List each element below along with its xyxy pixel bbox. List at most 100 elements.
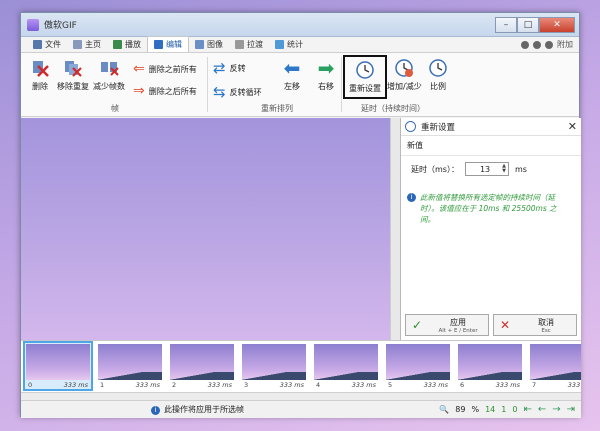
delay-label: 延时（ms）： [411, 164, 459, 174]
clock-icon [354, 59, 376, 81]
group-separator [341, 57, 342, 112]
group-label-reorder: 重新排列 [261, 104, 293, 113]
check-icon: ✓ [412, 318, 423, 332]
ribbon: 删除 移除重复 减少帧数 ⇐ 删除之前所有 ⇒ 删除之后所有 帧 ⇄ 反转 ⇆ … [21, 53, 579, 117]
extras-button[interactable]: 附加 [557, 39, 573, 50]
delay-row: 延时（ms）： 13 ▲ ▼ ms [401, 156, 581, 182]
frame-thumbnail [170, 344, 234, 380]
previous-frame-icon[interactable]: ← [538, 404, 546, 415]
clock-icon [405, 121, 416, 132]
tab-statistics[interactable]: 统计 [269, 37, 309, 52]
tab-playback[interactable]: 播放 [107, 37, 147, 52]
maximize-button[interactable]: □ [517, 16, 539, 33]
canvas-preview[interactable] [21, 118, 390, 340]
frame-item[interactable]: 4 333 ms [313, 343, 379, 389]
tab-file[interactable]: 文件 [27, 37, 67, 52]
frame-thumbnail [98, 344, 162, 380]
tab-transitions[interactable]: 拉渡 [229, 37, 269, 52]
frame-item[interactable]: 2 333 ms [169, 343, 235, 389]
clock-scale-icon [427, 57, 449, 79]
move-left-button[interactable]: ⬅ 左移 [281, 56, 303, 92]
close-icon[interactable]: ✕ [568, 120, 577, 133]
status-bar: i 此操作将应用于所选帧 🔍 89 % 14 1 0 ⇤ ← → ⇥ [21, 400, 581, 418]
info-message: i 此新值将替换所有选定帧的持续时间（延时）。该值应在于 10ms 和 2550… [401, 182, 581, 225]
vertical-scrollbar[interactable] [390, 118, 400, 340]
zoom-unit: % [471, 405, 480, 414]
delay-stepper[interactable]: 13 ▲ ▼ [464, 162, 509, 176]
ribbon-tabs: 文件 主页 播放 编辑 图像 拉渡 统计 附加 [21, 36, 579, 53]
transition-icon [235, 40, 244, 49]
first-frame-icon[interactable]: ⇤ [523, 404, 531, 415]
frame-thumbnail [242, 344, 306, 380]
frame-item[interactable]: 6 333 ms [457, 343, 523, 389]
total-frames: 14 [485, 405, 496, 414]
apply-button[interactable]: ✓ 应用 Alt + E / Enter [405, 314, 489, 336]
chat-icon[interactable] [533, 40, 541, 49]
app-window: 傲软GIF – □ ✕ 文件 主页 播放 编辑 图像 拉渡 统计 附加 删除 移… [20, 12, 581, 418]
horizontal-scrollbar[interactable] [21, 392, 581, 400]
arrow-right-red-icon: ⇒ [133, 83, 145, 99]
delete-after-button[interactable]: ⇒ 删除之后所有 [133, 83, 197, 99]
frame-item[interactable]: 3 333 ms [241, 343, 307, 389]
pencil-icon [154, 40, 163, 49]
new-value-section: 新值 [401, 136, 581, 156]
clock-plus-icon [393, 57, 415, 79]
tabs-right-area: 附加 [521, 39, 573, 50]
frame-item[interactable]: 7333 ms [529, 343, 581, 389]
image-icon [195, 40, 204, 49]
yoyo-button[interactable]: ⇆ 反转循环 [213, 83, 262, 101]
frame-item[interactable]: 1 333 ms [97, 343, 163, 389]
delete-icon [29, 57, 51, 79]
info-text: 此新值将替换所有选定帧的持续时间（延时）。该值应在于 10ms 和 25500m… [420, 193, 557, 224]
spinner-arrows-icon[interactable]: ▲ ▼ [502, 164, 506, 174]
frame-item[interactable]: 5 333 ms [385, 343, 451, 389]
minimize-button[interactable]: – [495, 16, 517, 33]
frame-thumbnail [530, 344, 581, 380]
info-icon: i [407, 193, 416, 202]
user-icon[interactable] [521, 40, 529, 49]
save-icon [33, 40, 42, 49]
window-controls: – □ ✕ [495, 16, 575, 33]
frame-strip: 0 333 ms 1 333 ms 2 333 ms 3 333 ms 4 333 ms … [21, 340, 581, 392]
selected-frames: 1 [501, 405, 507, 414]
tab-image[interactable]: 图像 [189, 37, 229, 52]
frame-thumbnail [26, 344, 90, 380]
next-frame-icon[interactable]: → [552, 404, 560, 415]
group-label-frames: 帧 [111, 104, 119, 113]
zoom-icon[interactable]: 🔍 [439, 405, 449, 414]
group-separator [207, 57, 208, 112]
frame-item[interactable]: 0 333 ms [23, 341, 93, 391]
close-window-button[interactable]: ✕ [539, 16, 575, 33]
arrow-left-icon: ⬅ [283, 56, 301, 80]
tab-home[interactable]: 主页 [67, 37, 107, 52]
reduce-frames-icon [98, 57, 120, 79]
status-right: 🔍 89 % 14 1 0 ⇤ ← → ⇥ [439, 404, 575, 415]
reduce-frames-button[interactable]: 减少帧数 [93, 57, 125, 92]
info-icon: i [151, 405, 160, 415]
move-right-button[interactable]: ➡ 右移 [315, 56, 337, 92]
panel-buttons: ✓ 应用 Alt + E / Enter ✕ 取消 Esc [405, 314, 577, 336]
app-icon [27, 18, 39, 31]
scale-button[interactable]: 比例 [427, 57, 449, 92]
arrow-right-icon: ➡ [317, 56, 335, 80]
delete-button[interactable]: 删除 [29, 57, 51, 92]
help-icon[interactable] [545, 40, 553, 49]
frame-thumbnail [386, 344, 450, 380]
cancel-button[interactable]: ✕ 取消 Esc [493, 314, 577, 336]
frame-thumbnail [314, 344, 378, 380]
home-icon [73, 40, 82, 49]
increase-decrease-button[interactable]: 增加/减少 [387, 57, 422, 92]
group-label-delay: 延时（持续时间） [361, 104, 425, 113]
title-bar: 傲软GIF – □ ✕ [21, 13, 579, 37]
panel-header: 重新设置 ✕ [401, 118, 581, 136]
tab-edit[interactable]: 编辑 [147, 36, 189, 52]
panel-title: 重新设置 [421, 122, 456, 133]
delay-unit: ms [514, 164, 527, 174]
last-frame-icon[interactable]: ⇥ [567, 404, 575, 415]
reverse-button[interactable]: ⇄ 反转 [213, 59, 246, 77]
reset-delay-button[interactable]: 重新设置 [345, 59, 385, 94]
delete-before-button[interactable]: ⇐ 删除之前所有 [133, 61, 197, 77]
zoom-value[interactable]: 89 [455, 405, 465, 414]
remove-duplicates-button[interactable]: 移除重复 [57, 57, 89, 92]
remove-duplicates-icon [62, 57, 84, 79]
